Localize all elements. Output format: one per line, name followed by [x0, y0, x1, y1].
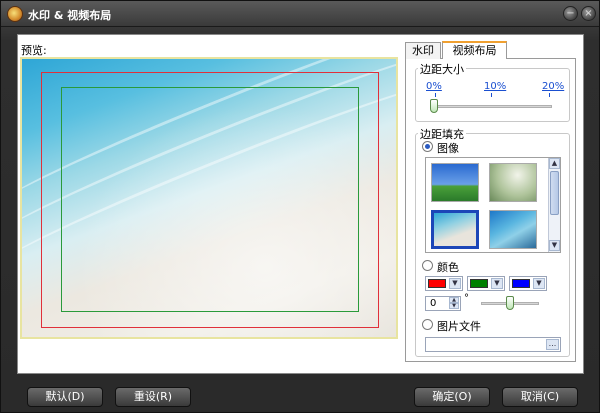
slider-tick [491, 93, 492, 97]
color-swatch [470, 279, 488, 288]
reset-button[interactable]: 重设(R) [115, 387, 191, 407]
color-picker-green[interactable]: ▼ [467, 276, 505, 291]
main-window: 水印 & 视频布局 − × 预览: 水印 视频布局 边距大小 0% 10% 20… [0, 0, 600, 413]
margin-mark-0[interactable]: 0% [426, 81, 442, 92]
chevron-down-icon[interactable]: ▼ [491, 278, 503, 289]
cancel-button[interactable]: 取消(C) [502, 387, 578, 407]
rotation-stepper[interactable]: 0 ▲ ▼ [425, 296, 461, 311]
preview-label: 预览: [21, 44, 47, 57]
slider-tick [549, 93, 550, 97]
margin-mark-10[interactable]: 10% [484, 81, 506, 92]
margin-slider[interactable] [431, 105, 552, 108]
chevron-down-icon[interactable]: ▼ [449, 278, 461, 289]
arrow-down-icon[interactable]: ▼ [549, 240, 560, 251]
slider-tick [435, 93, 436, 97]
close-icon[interactable]: × [581, 6, 596, 21]
image-radio[interactable] [422, 141, 433, 152]
tab-watermark[interactable]: 水印 [405, 42, 441, 59]
image-radio-label[interactable]: 图像 [437, 140, 459, 156]
color-radio[interactable] [422, 260, 433, 271]
tab-video-layout[interactable]: 视频布局 [442, 41, 507, 59]
degree-symbol: ° [464, 293, 469, 304]
stepper-buttons: ▲ ▼ [449, 297, 459, 310]
chevron-down-icon[interactable]: ▼ [533, 278, 545, 289]
margin-size-title: 边距大小 [418, 61, 466, 77]
color-picker-blue[interactable]: ▼ [509, 276, 547, 291]
minimize-icon[interactable]: − [563, 6, 578, 21]
browse-button[interactable]: ... [546, 339, 559, 350]
window-title: 水印 & 视频布局 [28, 9, 112, 22]
rotation-slider-thumb[interactable] [506, 296, 514, 310]
color-picker-red[interactable]: ▼ [425, 276, 463, 291]
thumbnail-green-hills[interactable] [431, 163, 479, 202]
thumbnail-underwater[interactable] [489, 210, 537, 249]
color-swatch [512, 279, 530, 288]
title-bar[interactable]: 水印 & 视频布局 − × [1, 1, 599, 27]
thumbnail-scrollbar[interactable]: ▲ ▼ [548, 158, 560, 252]
preview-image [20, 57, 398, 339]
ok-button[interactable]: 确定(O) [414, 387, 490, 407]
app-logo-icon [7, 6, 23, 22]
spin-down-icon[interactable]: ▼ [449, 303, 459, 309]
margin-slider-thumb[interactable] [430, 99, 438, 113]
default-button[interactable]: 默认(D) [27, 387, 103, 407]
margin-mark-20[interactable]: 20% [542, 81, 564, 92]
image-file-radio[interactable] [422, 319, 433, 330]
rotation-value[interactable]: 0 [430, 298, 436, 309]
image-file-field[interactable]: ... [425, 337, 561, 352]
image-file-radio-label[interactable]: 图片文件 [437, 318, 481, 334]
scrollbar-thumb[interactable] [550, 171, 559, 215]
inner-margin-rect [61, 87, 359, 312]
thumbnail-foggy-forest[interactable] [489, 163, 537, 202]
color-swatch [428, 279, 446, 288]
color-radio-label[interactable]: 颜色 [437, 259, 459, 275]
thumbnail-beach-selected[interactable] [431, 210, 479, 249]
arrow-up-icon[interactable]: ▲ [549, 158, 560, 169]
